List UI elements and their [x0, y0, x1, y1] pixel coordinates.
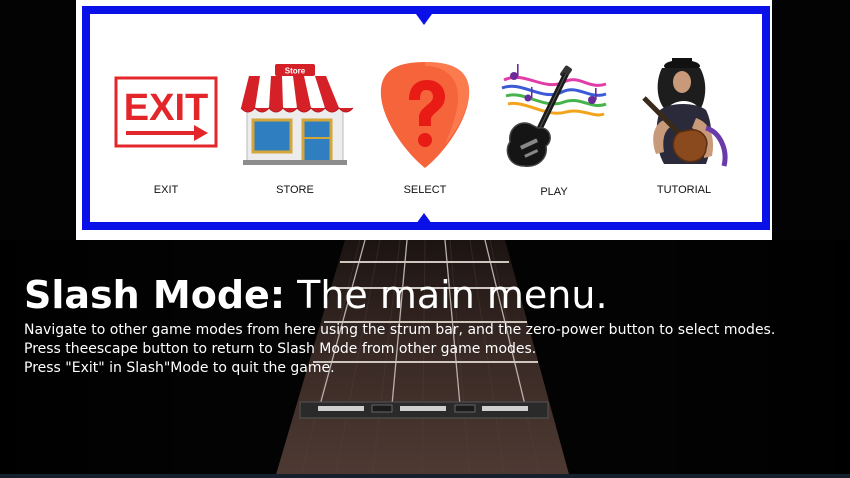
menu-item-label: EXIT [153, 184, 179, 196]
instruction-line: Press theescape button to return to Slas… [24, 341, 537, 357]
menu-item-play[interactable]: PLAY [494, 62, 614, 212]
page-title: Slash Mode: The main menu. [24, 272, 608, 318]
exit-sign-text: EXIT [124, 87, 208, 129]
main-menu-panel: EXIT EXIT Store STORE SELECT PLAY TUTORI… [76, 0, 772, 240]
menu-item-label: TUTORIAL [656, 184, 712, 196]
instruction-line: Navigate to other game modes from here u… [24, 322, 776, 338]
store-sign-text: Store [285, 67, 306, 76]
guitarist-icon [642, 58, 728, 167]
menu-item-label: SELECT [403, 184, 447, 196]
instruction-line: Press "Exit" in Slash"Mode to quit the g… [24, 360, 335, 376]
store-icon: Store [240, 64, 354, 165]
exit-sign-icon: EXIT [114, 76, 218, 148]
selector-top-arrow-icon [416, 14, 432, 25]
game-screen: EXIT EXIT Store STORE SELECT PLAY TUTORI… [0, 0, 850, 478]
menu-item-label: PLAY [540, 186, 568, 198]
guitar-notes-icon [501, 64, 607, 167]
menu-item-label: STORE [276, 184, 314, 196]
menu-item-exit[interactable]: EXIT EXIT [106, 66, 226, 216]
menu-item-tutorial[interactable]: TUTORIAL [624, 58, 744, 208]
title-bold: Slash Mode: [24, 273, 286, 317]
question-pick-icon [380, 62, 470, 168]
menu-item-select[interactable]: SELECT [365, 60, 485, 210]
bottom-strip [0, 474, 850, 478]
selector-bottom-arrow-icon [416, 213, 432, 224]
menu-item-store[interactable]: Store STORE [235, 60, 355, 210]
title-rest: The main menu. [297, 273, 608, 317]
